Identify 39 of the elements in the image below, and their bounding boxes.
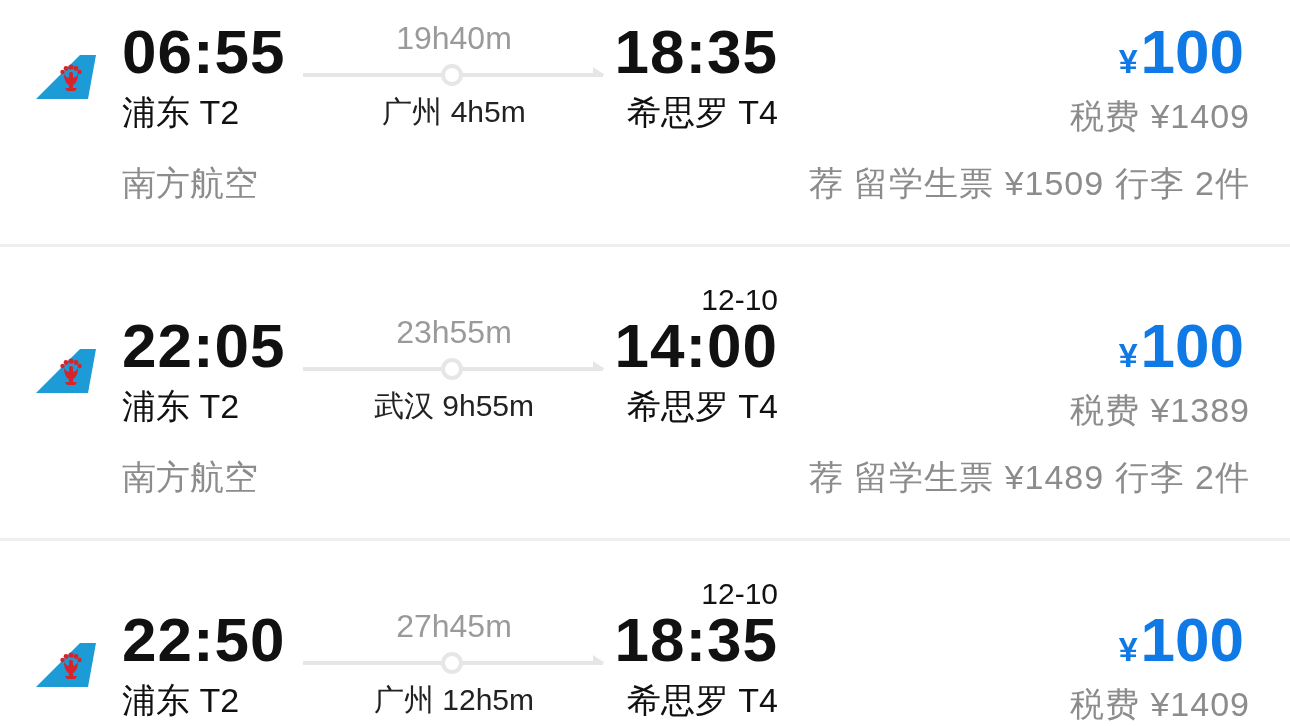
airline-logo-icon xyxy=(36,54,96,99)
ticket-price: 100 xyxy=(1140,17,1244,86)
arrival-airport: 希思罗 T4 xyxy=(626,386,778,428)
departure-time: 22:50 xyxy=(122,608,286,672)
arrival-time: 14:00 xyxy=(614,314,778,379)
flight-duration: 27h45m xyxy=(396,608,512,644)
route-line-icon xyxy=(303,357,605,381)
stopover-info: 广州 4h5m xyxy=(382,94,526,130)
arrival-time: 18:35 xyxy=(614,20,778,85)
tax-fee: 税费 ¥1409 xyxy=(1070,96,1250,136)
arrival-airport: 希思罗 T4 xyxy=(626,680,778,721)
flight-duration: 23h55m xyxy=(396,314,512,350)
airline-name: 南方航空 xyxy=(122,162,258,204)
departure-airport: 浦东 T2 xyxy=(122,92,240,134)
arrival-date: 12-10 xyxy=(701,284,778,316)
departure-airport: 浦东 T2 xyxy=(122,680,240,721)
currency-symbol: ¥ xyxy=(1118,336,1138,374)
ticket-price: 100 xyxy=(1140,311,1244,380)
ticket-price: 100 xyxy=(1140,605,1244,674)
airline-logo-icon xyxy=(36,642,96,687)
route-line-icon xyxy=(303,63,605,87)
flight-duration: 19h40m xyxy=(396,20,512,56)
arrival-date: 12-10 xyxy=(701,578,778,610)
fare-offer: 荐 留学生票 ¥1509 行李 2件 xyxy=(808,163,1250,204)
arrival-airport: 希思罗 T4 xyxy=(626,92,778,134)
fare-offer: 荐 留学生票 ¥1489 行李 2件 xyxy=(808,457,1250,498)
route-line-icon xyxy=(303,651,605,675)
stopover-info: 广州 12h5m xyxy=(373,682,535,718)
departure-time: 22:05 xyxy=(122,314,286,379)
departure-airport: 浦东 T2 xyxy=(122,386,240,428)
arrival-time: 18:35 xyxy=(614,608,778,672)
currency-symbol: ¥ xyxy=(1118,630,1138,668)
airline-name: 南方航空 xyxy=(122,456,258,498)
currency-symbol: ¥ xyxy=(1118,42,1138,80)
airline-logo-icon xyxy=(36,348,96,393)
departure-time: 06:55 xyxy=(122,20,286,85)
stopover-info: 武汉 9h55m xyxy=(373,388,535,424)
tax-fee: 税费 ¥1389 xyxy=(1070,390,1250,430)
tax-fee: 税费 ¥1409 xyxy=(1070,684,1250,724)
